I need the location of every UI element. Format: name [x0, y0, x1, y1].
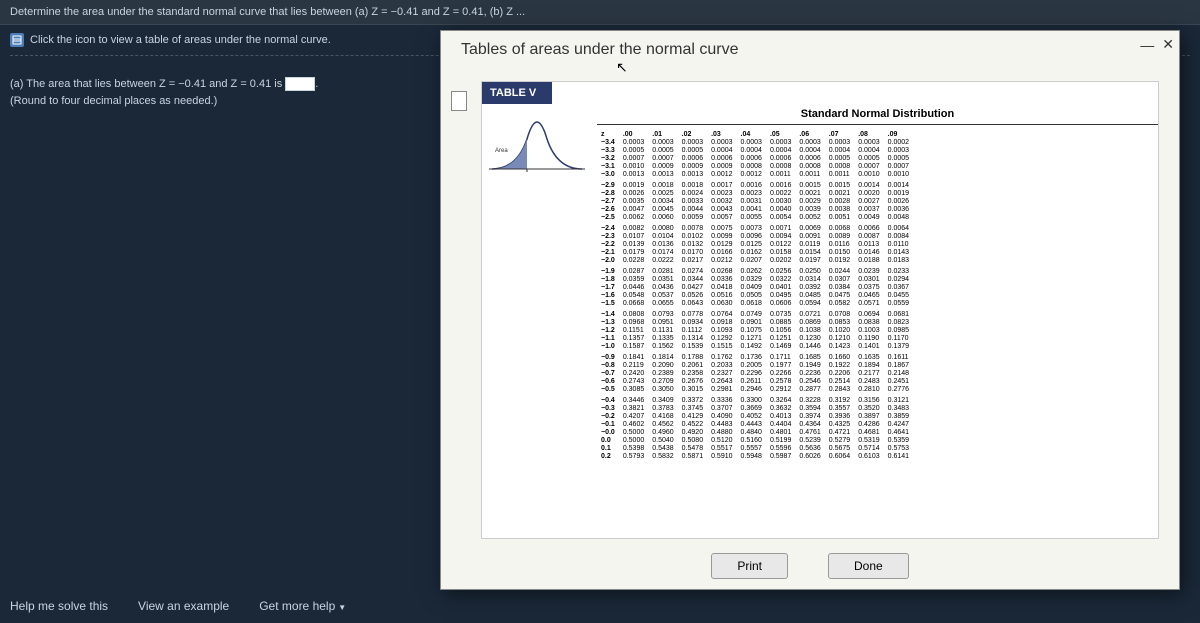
table-row: −0.40.34460.34090.33720.33360.33000.3264… [597, 396, 913, 404]
table-row: −0.50.30850.30500.30150.29810.29460.2912… [597, 385, 913, 393]
table-row: −1.60.05480.05370.05260.05160.05050.0495… [597, 291, 913, 299]
table-row: 0.20.57930.58320.58710.59100.59480.59870… [597, 452, 913, 460]
table-row: 0.00.50000.50400.50800.51200.51600.51990… [597, 436, 913, 444]
col-header: .03 [707, 130, 736, 138]
table-row: −2.20.01390.01360.01320.01290.01250.0122… [597, 240, 913, 248]
normal-distribution-table: z.00.01.02.03.04.05.06.07.08.09−3.40.000… [597, 130, 913, 460]
col-header: .07 [825, 130, 854, 138]
chevron-down-icon: ▼ [338, 603, 346, 612]
table-row: −2.60.00470.00450.00440.00430.00410.0040… [597, 205, 913, 213]
table-row: −1.50.06680.06550.06430.06300.06180.0606… [597, 299, 913, 307]
table-row: −3.00.00130.00130.00130.00120.00120.0011… [597, 170, 913, 178]
col-header: .09 [884, 130, 913, 138]
table-row: −3.20.00070.00070.00060.00060.00060.0006… [597, 154, 913, 162]
table-row: −0.70.24200.23890.23580.23270.22960.2266… [597, 369, 913, 377]
col-header: z [597, 130, 619, 138]
print-button[interactable]: Print [711, 553, 788, 579]
table-row: −2.40.00820.00800.00780.00750.00730.0071… [597, 224, 913, 232]
table-row: −1.40.08080.07930.07780.07640.07490.0735… [597, 310, 913, 318]
part-a-text: (a) The area that lies between Z = −0.41… [10, 78, 282, 90]
table-row: −3.30.00050.00050.00050.00040.00040.0004… [597, 146, 913, 154]
normal-curve-diagram: z Area [482, 104, 592, 189]
table-row: −0.00.50000.49600.49200.48800.48400.4801… [597, 428, 913, 436]
help-bar: Help me solve this View an example Get m… [10, 599, 346, 613]
table-row: −2.30.01070.01040.01020.00990.00960.0094… [597, 232, 913, 240]
col-header: .08 [854, 130, 883, 138]
done-button[interactable]: Done [828, 553, 909, 579]
table-row: −1.80.03590.03510.03440.03360.03290.0322… [597, 275, 913, 283]
get-more-help-link[interactable]: Get more help▼ [259, 599, 346, 613]
table-row: −0.60.27430.27090.26760.26430.26110.2578… [597, 377, 913, 385]
table-row: −1.20.11510.11310.11120.10930.10750.1056… [597, 326, 913, 334]
view-example-link[interactable]: View an example [138, 599, 229, 613]
table-row: −0.20.42070.41680.41290.40900.40520.4013… [597, 412, 913, 420]
table-row: −2.50.00620.00600.00590.00570.00550.0054… [597, 213, 913, 221]
col-header: .01 [648, 130, 677, 138]
col-header: .04 [737, 130, 766, 138]
col-header: .06 [795, 130, 824, 138]
col-header: .05 [766, 130, 795, 138]
table-row: −0.30.38210.37830.37450.37070.36690.3632… [597, 404, 913, 412]
col-header: .00 [619, 130, 648, 138]
svg-text:Area: Area [495, 148, 508, 154]
table-container: TABLE V z Area Standard Normal Distribut… [481, 81, 1159, 539]
col-header: .02 [678, 130, 707, 138]
table-row: −0.80.21190.20900.20610.20330.20050.1977… [597, 361, 913, 369]
minimize-icon[interactable]: — [1140, 37, 1154, 53]
table-row: −2.80.00260.00250.00240.00230.00230.0022… [597, 189, 913, 197]
part-a-hint: (Round to four decimal places as needed.… [10, 95, 217, 107]
help-solve-link[interactable]: Help me solve this [10, 599, 108, 613]
table-row: −3.40.00030.00030.00030.00030.00030.0003… [597, 138, 913, 146]
table-row: −3.10.00100.00090.00090.00090.00080.0008… [597, 162, 913, 170]
page-icon[interactable] [451, 91, 467, 111]
table-row: −1.10.13570.13350.13140.12920.12710.1251… [597, 334, 913, 342]
table-subtitle: Standard Normal Distribution [597, 104, 1158, 125]
table-row: −2.70.00350.00340.00330.00320.00310.0030… [597, 197, 913, 205]
question-text: Determine the area under the standard no… [0, 0, 1200, 25]
table-label: TABLE V [482, 82, 552, 104]
answer-input[interactable] [285, 77, 315, 91]
table-row: −0.90.18410.18140.17880.17620.17360.1711… [597, 353, 913, 361]
table-link-icon[interactable] [10, 33, 24, 47]
popup-title: Tables of areas under the normal curve [441, 31, 1179, 59]
table-row: −1.00.15870.15620.15390.15150.14920.1469… [597, 342, 913, 350]
cursor-icon: ↖ [616, 59, 628, 76]
table-row: −2.00.02280.02220.02170.02120.02070.0202… [597, 256, 913, 264]
table-row: −0.10.46020.45620.45220.44830.44430.4404… [597, 420, 913, 428]
instruction-text: Click the icon to view a table of areas … [30, 34, 331, 46]
table-row: −2.90.00190.00180.00180.00170.00160.0016… [597, 181, 913, 189]
table-row: −1.70.04460.04360.04270.04180.04090.0401… [597, 283, 913, 291]
table-row: −1.90.02870.02810.02740.02680.02620.0256… [597, 267, 913, 275]
table-row: −2.10.01790.01740.01700.01660.01620.0158… [597, 248, 913, 256]
close-icon[interactable]: ✕ [1162, 36, 1174, 53]
table-row: 0.10.53980.54380.54780.55170.55570.55960… [597, 444, 913, 452]
table-row: −1.30.09680.09510.09340.09180.09010.0885… [597, 318, 913, 326]
normal-table-popup: Tables of areas under the normal curve ↖… [440, 30, 1180, 590]
